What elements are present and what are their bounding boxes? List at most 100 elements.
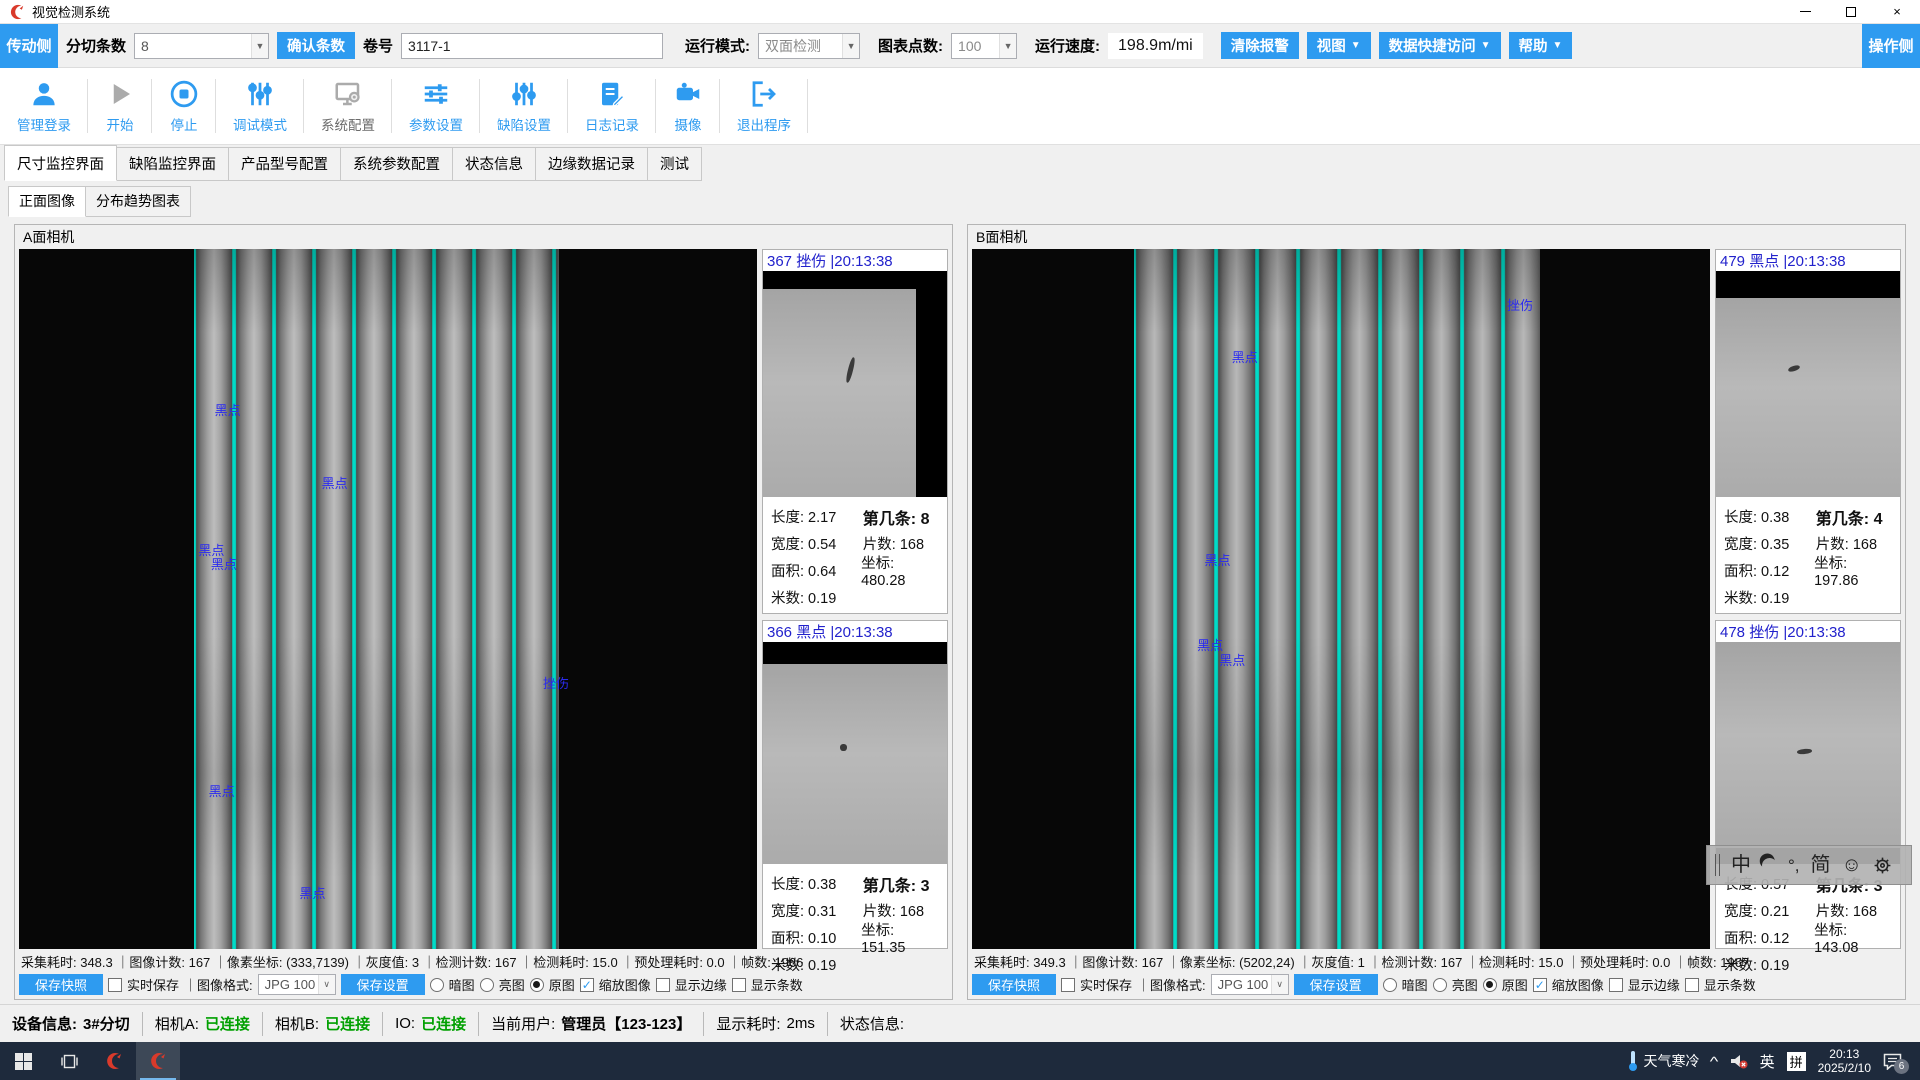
capture-button[interactable]: 摄像: [656, 71, 720, 141]
image-format-select[interactable]: JPG 100 ∨: [258, 974, 336, 995]
show-strips-checkbox[interactable]: [1685, 978, 1699, 992]
stop-button[interactable]: 停止: [152, 71, 216, 141]
ime-emoji-icon[interactable]: ☺: [1842, 855, 1862, 875]
defect-snapshot-image[interactable]: [763, 271, 947, 497]
drive-side-button[interactable]: 传动侧: [0, 24, 58, 68]
tab-edge-data-record[interactable]: 边缘数据记录: [536, 147, 648, 181]
taskbar-clock[interactable]: 20:13 2025/2/10: [1818, 1047, 1871, 1075]
close-button[interactable]: ×: [1874, 0, 1920, 23]
bright-image-radio[interactable]: [480, 978, 494, 992]
save-snapshot-button[interactable]: 保存快照: [19, 974, 103, 995]
defect-snapshot-image[interactable]: [1716, 271, 1900, 497]
log-record-button[interactable]: 日志记录: [568, 71, 656, 141]
realtime-save-label: 实时保存: [1080, 975, 1132, 994]
ime-toolbar[interactable]: 中 °, 简 ☺: [1706, 845, 1912, 885]
data-quick-access-menu-button[interactable]: 数据快捷访问 ▼: [1379, 32, 1501, 59]
realtime-save-checkbox[interactable]: [108, 978, 122, 992]
bright-image-radio[interactable]: [1433, 978, 1447, 992]
ime-settings-gear-icon[interactable]: [1873, 856, 1892, 875]
task-view-button[interactable]: [46, 1042, 92, 1080]
original-image-radio[interactable]: [530, 978, 544, 992]
ime-mode-indicator[interactable]: 拼: [1787, 1052, 1806, 1071]
user-icon: [29, 79, 59, 109]
tab-system-param-config[interactable]: 系统参数配置: [341, 147, 453, 181]
minimize-button[interactable]: [1782, 0, 1828, 23]
tab-status-info[interactable]: 状态信息: [453, 147, 536, 181]
ime-halfwidth-moon-icon[interactable]: [1761, 856, 1778, 873]
save-settings-button[interactable]: 保存设置: [341, 974, 425, 995]
run-mode-select[interactable]: 双面检测 ▼: [758, 33, 860, 59]
ime-drag-handle[interactable]: [1715, 854, 1720, 876]
tab-defect-monitor[interactable]: 缺陷监控界面: [117, 147, 229, 181]
show-edges-checkbox[interactable]: [656, 978, 670, 992]
taskbar-app-1[interactable]: [92, 1042, 136, 1080]
action-center-button[interactable]: 6: [1883, 1053, 1902, 1070]
subtab-distribution-trend[interactable]: 分布趋势图表: [86, 186, 191, 217]
subtab-front-image[interactable]: 正面图像: [8, 186, 86, 217]
language-indicator[interactable]: 英: [1760, 1051, 1775, 1072]
zoom-image-checkbox[interactable]: [580, 978, 594, 992]
exit-icon: [749, 79, 779, 109]
log-book-icon: [597, 79, 627, 109]
app-icon: [148, 1051, 168, 1071]
original-image-radio[interactable]: [1483, 978, 1497, 992]
maximize-button[interactable]: [1828, 0, 1874, 23]
start-button[interactable]: 开始: [88, 71, 152, 141]
save-settings-button[interactable]: 保存设置: [1294, 974, 1378, 995]
chart-points-select[interactable]: 100 ▼: [951, 33, 1017, 59]
admin-login-button[interactable]: 管理登录: [0, 71, 88, 141]
defect-settings-button[interactable]: 缺陷设置: [480, 71, 568, 141]
help-menu-button[interactable]: 帮助 ▼: [1509, 32, 1573, 59]
tab-product-model-config[interactable]: 产品型号配置: [229, 147, 341, 181]
app-window: 视觉检测系统 × 传动侧 分切条数 8 ▼ 确认条数 卷号 3117-1 运行模…: [0, 0, 1920, 1080]
roll-number-value: 3117-1: [408, 38, 451, 54]
ime-punctuation-indicator[interactable]: °,: [1788, 857, 1800, 874]
app-icon: [104, 1051, 124, 1071]
operator-side-button[interactable]: 操作侧: [1862, 24, 1920, 68]
ime-chinese-mode-indicator[interactable]: 中: [1731, 855, 1751, 875]
camera-a-conn-status: 已连接: [205, 1013, 250, 1034]
roll-number-input[interactable]: 3117-1: [401, 33, 663, 59]
defect-snapshot-image[interactable]: [763, 642, 947, 864]
defect-header[interactable]: 478 挫伤 |20:13:38: [1716, 621, 1900, 642]
confirm-count-button[interactable]: 确认条数: [277, 32, 355, 59]
defect-header[interactable]: 366 黑点 |20:13:38: [763, 621, 947, 642]
exit-program-button[interactable]: 退出程序: [720, 71, 808, 141]
save-snapshot-button[interactable]: 保存快照: [972, 974, 1056, 995]
dark-image-label: 暗图: [449, 975, 475, 994]
close-icon: ×: [1893, 4, 1901, 19]
defect-header[interactable]: 479 黑点 |20:13:38: [1716, 250, 1900, 271]
zoom-image-checkbox[interactable]: [1533, 978, 1547, 992]
chevron-down-icon: ∨: [1271, 975, 1288, 994]
camera-a-live-image[interactable]: 黑点黑点黑点黑点挫伤黑点黑点: [19, 249, 757, 949]
debug-mode-button[interactable]: 调试模式: [216, 71, 304, 141]
sub-tab-strip: 正面图像 分布趋势图表: [8, 189, 1920, 217]
clear-alarm-button[interactable]: 清除报警: [1221, 32, 1299, 59]
bright-image-label: 亮图: [1452, 975, 1478, 994]
tray-expand-chevron[interactable]: ^: [1710, 1054, 1719, 1069]
camera-b-live-image[interactable]: 挫伤黑点黑点黑点黑点: [972, 249, 1710, 949]
slit-count-select[interactable]: 8 ▼: [134, 33, 269, 59]
menu-arrow-icon: ▼: [1481, 40, 1491, 51]
dark-image-radio[interactable]: [1383, 978, 1397, 992]
tab-test[interactable]: 测试: [648, 147, 702, 181]
tab-size-monitor[interactable]: 尺寸监控界面: [4, 145, 117, 181]
ime-simplified-indicator[interactable]: 简: [1811, 855, 1831, 875]
show-strips-checkbox[interactable]: [732, 978, 746, 992]
menu-arrow-icon: ▼: [1553, 40, 1563, 51]
camera-a-conn-label: 相机A:: [155, 1013, 199, 1034]
realtime-save-checkbox[interactable]: [1061, 978, 1075, 992]
weather-widget[interactable]: 天气寒冷: [1629, 1051, 1699, 1071]
system-config-button[interactable]: 系统配置: [304, 71, 392, 141]
start-button[interactable]: [0, 1042, 46, 1080]
image-format-select[interactable]: JPG 100 ∨: [1211, 974, 1289, 995]
defect-snapshot-image[interactable]: [1716, 642, 1900, 864]
parameter-settings-button[interactable]: 参数设置: [392, 71, 480, 141]
defect-header[interactable]: 367 挫伤 |20:13:38: [763, 250, 947, 271]
volume-muted-button[interactable]: [1730, 1053, 1748, 1069]
show-edges-checkbox[interactable]: [1609, 978, 1623, 992]
dark-image-radio[interactable]: [430, 978, 444, 992]
taskbar-app-2-active[interactable]: [136, 1042, 180, 1080]
view-menu-button[interactable]: 视图 ▼: [1307, 32, 1371, 59]
defect-stats: 长度: 2.17第几条: 8 宽度: 0.54片数: 168 面积: 0.64坐…: [763, 497, 947, 613]
